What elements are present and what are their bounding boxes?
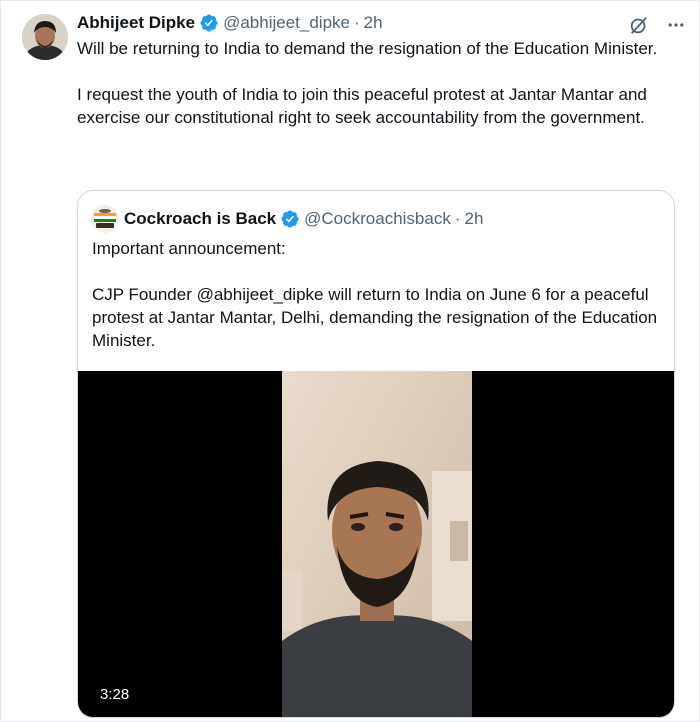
verified-badge-icon [200, 14, 218, 32]
grok-icon[interactable] [628, 14, 650, 36]
tweet-text: Will be returning to India to demand the… [77, 39, 658, 127]
tweet-time[interactable]: 2h [364, 10, 383, 36]
quote-header: Cockroach is Back @Cockroachisback · 2h [91, 205, 484, 233]
quote-header-separator: · [454, 209, 461, 228]
quoted-tweet[interactable]: Cockroach is Back @Cockroachisback · 2h … [77, 190, 675, 718]
header-separator: · [354, 13, 360, 32]
video-thumbnail [282, 371, 472, 717]
quote-verified-badge-icon [281, 210, 299, 228]
author-name[interactable]: Abhijeet Dipke [77, 10, 195, 36]
more-icon[interactable] [666, 15, 686, 35]
quote-author-name[interactable]: Cockroach is Back [124, 209, 276, 229]
author-avatar[interactable] [22, 14, 68, 60]
quote-author-handle[interactable]: @Cockroachisback [304, 209, 451, 229]
quote-text: Important announcement: CJP Founder @abh… [92, 239, 658, 350]
quote-time[interactable]: 2h [465, 209, 484, 229]
tweet-actions [628, 14, 686, 36]
video-player[interactable]: 3:28 [78, 371, 674, 717]
tweet-header: Abhijeet Dipke @abhijeet_dipke · 2h [77, 10, 677, 36]
quote-avatar[interactable] [91, 205, 119, 233]
video-duration: 3:28 [92, 684, 138, 705]
tweet-content: Abhijeet Dipke @abhijeet_dipke · 2h Will… [77, 10, 677, 129]
author-handle[interactable]: @abhijeet_dipke [223, 10, 350, 36]
